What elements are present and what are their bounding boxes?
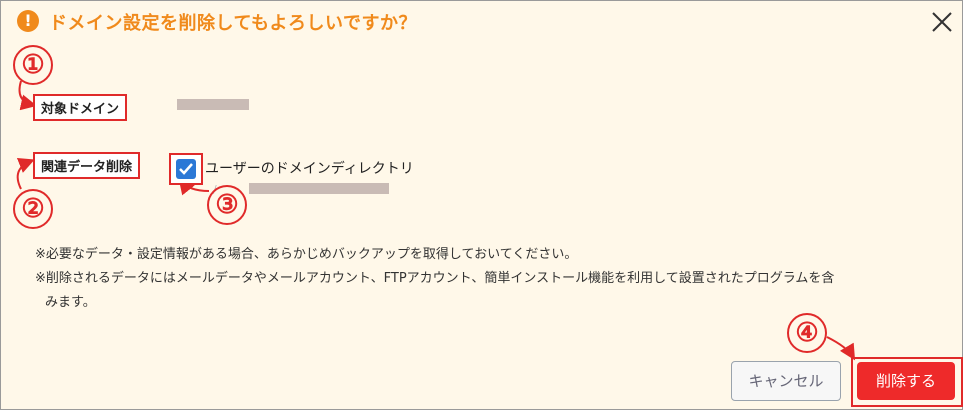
target-domain-value [177,99,249,110]
domain-directory-checkbox[interactable] [176,159,196,179]
annotation-1: ① [13,45,53,85]
annotation-3: ③ [207,185,247,225]
related-data-label: 関連データ削除 [33,152,141,179]
checkbox-highlight [169,153,203,185]
delete-domain-dialog: ! ドメイン設定を削除してもよろしいですか？ ① 対象ドメイン 関連データ削除 … [0,0,963,410]
directory-path-value [249,183,389,194]
annotation-4: ④ [787,313,827,353]
checkbox-label: ユーザーのドメインディレクトリ [205,161,414,177]
annotation-2: ② [13,189,53,229]
note-line-3: みます。 [45,295,96,310]
cancel-button[interactable]: キャンセル [731,361,841,401]
checkmark-icon [179,163,193,175]
note-line-1: ※必要なデータ・設定情報がある場合、あらかじめバックアップを取得しておいてくださ… [35,247,578,262]
target-domain-label: 対象ドメイン [33,94,128,121]
delete-button[interactable]: 削除する [857,362,955,400]
note-line-2: ※削除されるデータにはメールデータやメールアカウント、FTPアカウント、簡単イン… [35,271,835,286]
